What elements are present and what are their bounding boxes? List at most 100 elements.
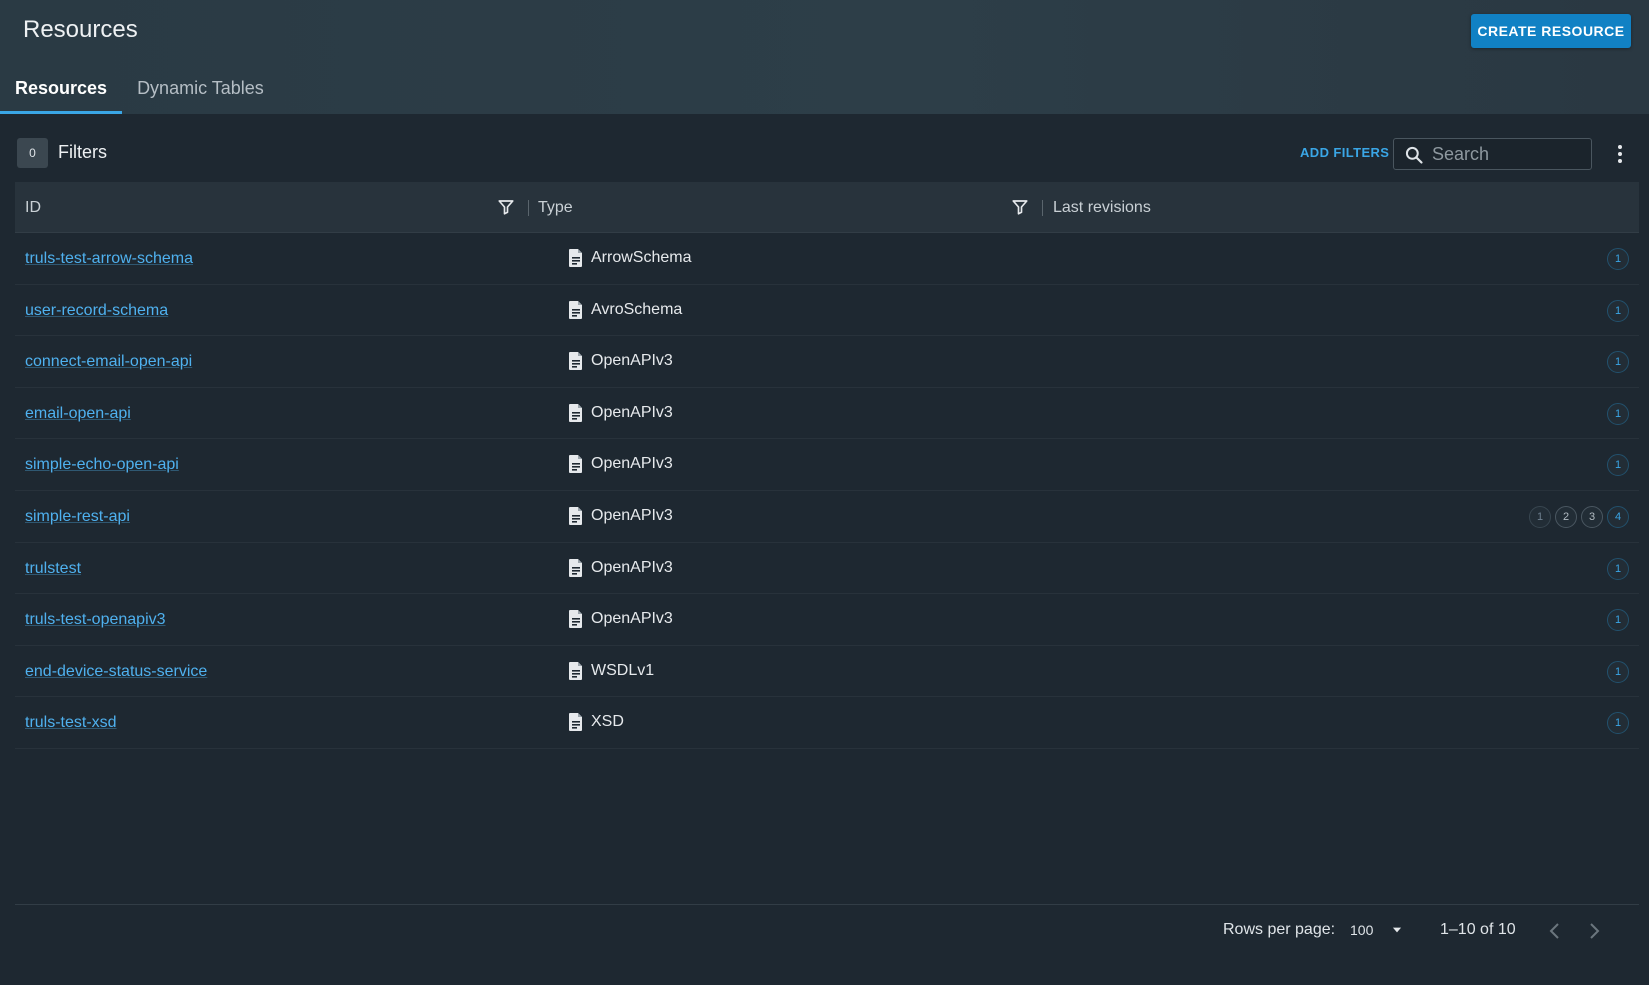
- revision-badge[interactable]: 1: [1607, 660, 1629, 683]
- resource-id-link[interactable]: truls-test-xsd: [25, 714, 117, 732]
- resource-type-label: OpenAPIv3: [591, 558, 673, 576]
- resource-type: OpenAPIv3: [568, 558, 673, 578]
- revision-badge[interactable]: 1: [1607, 248, 1629, 270]
- chevron-left-icon[interactable]: [1543, 919, 1567, 943]
- resource-id-link[interactable]: connect-email-open-api: [25, 353, 192, 371]
- column-header-type[interactable]: Type: [538, 182, 573, 233]
- revision-badge[interactable]: 1: [1607, 402, 1629, 425]
- resource-type: AvroSchema: [568, 300, 682, 320]
- create-resource-button[interactable]: CREATE RESOURCE: [1471, 14, 1631, 48]
- table-row[interactable]: truls-test-openapiv3 OpenAPIv3 1: [15, 594, 1639, 646]
- search-box: [1393, 138, 1592, 170]
- resource-type: OpenAPIv3: [568, 454, 673, 474]
- revision-badge[interactable]: 2: [1555, 505, 1577, 528]
- resource-type: XSD: [568, 712, 624, 732]
- revisions-list: 1: [1607, 299, 1629, 322]
- revisions-list: 1234: [1529, 505, 1629, 528]
- revision-badge[interactable]: 3: [1581, 505, 1603, 528]
- filter-bar: 0 Filters ADD FILTERS: [0, 132, 1649, 174]
- resource-id-link[interactable]: email-open-api: [25, 405, 131, 423]
- resource-type-label: XSD: [591, 713, 624, 731]
- column-header-last-revisions[interactable]: Last revisions: [1053, 182, 1151, 233]
- table-row[interactable]: truls-test-arrow-schema ArrowSchema 1: [15, 233, 1639, 285]
- filter-icon[interactable]: [1011, 198, 1029, 216]
- document-icon: [569, 713, 582, 732]
- footer-divider: [15, 904, 1639, 905]
- search-input[interactable]: [1432, 141, 1587, 167]
- document-icon: [569, 455, 582, 474]
- filter-count-badge: 0: [17, 138, 48, 168]
- resource-type: WSDLv1: [568, 661, 654, 681]
- filters-label: Filters: [58, 142, 107, 162]
- resource-type-label: OpenAPIv3: [591, 403, 673, 421]
- revision-badge[interactable]: 1: [1607, 609, 1629, 632]
- resource-id-link[interactable]: simple-rest-api: [25, 508, 130, 526]
- more-vertical-icon[interactable]: [1608, 142, 1632, 166]
- revisions-list: 1: [1607, 248, 1629, 270]
- resource-type-label: OpenAPIv3: [591, 610, 673, 628]
- revision-badge[interactable]: 1: [1607, 557, 1629, 580]
- page-title: Resources: [23, 16, 138, 43]
- resource-type-label: OpenAPIv3: [591, 352, 673, 370]
- document-icon: [569, 610, 582, 629]
- revision-badge[interactable]: 1: [1607, 299, 1629, 322]
- pagination-range: 1–10 of 10: [1440, 921, 1516, 938]
- resources-table: ID Type Last revisions truls-test-arrow-…: [15, 182, 1639, 749]
- resource-id-link[interactable]: trulstest: [25, 560, 81, 578]
- tab-dynamic-tables[interactable]: Dynamic Tables: [122, 68, 279, 114]
- resource-type: OpenAPIv3: [568, 506, 673, 526]
- revision-badge[interactable]: 1: [1607, 351, 1629, 374]
- revisions-list: 1: [1607, 712, 1629, 735]
- resource-type-label: OpenAPIv3: [591, 506, 673, 524]
- filter-icon[interactable]: [497, 198, 515, 216]
- document-icon: [569, 300, 582, 319]
- resource-id-link[interactable]: truls-test-arrow-schema: [25, 250, 193, 268]
- resource-id-link[interactable]: end-device-status-service: [25, 663, 207, 681]
- table-body: truls-test-arrow-schema ArrowSchema 1 user-…: [15, 233, 1639, 749]
- table-header: ID Type Last revisions: [15, 182, 1639, 233]
- caret-down-icon: [1392, 927, 1402, 933]
- rows-per-page-value: 100: [1350, 922, 1374, 938]
- resource-type-label: AvroSchema: [591, 300, 683, 318]
- search-icon: [1405, 146, 1423, 164]
- resource-id-link[interactable]: user-record-schema: [25, 302, 168, 320]
- revision-badge[interactable]: 1: [1529, 505, 1551, 528]
- table-row[interactable]: simple-echo-open-api OpenAPIv3 1: [15, 439, 1639, 491]
- resource-id-link[interactable]: simple-echo-open-api: [25, 456, 179, 474]
- revisions-list: 1: [1607, 351, 1629, 374]
- resource-type-label: WSDLv1: [591, 661, 655, 679]
- document-icon: [569, 403, 582, 422]
- document-icon: [569, 352, 582, 371]
- revisions-list: 1: [1607, 454, 1629, 477]
- column-header-id[interactable]: ID: [25, 182, 41, 233]
- table-row[interactable]: simple-rest-api OpenAPIv3 1 2 3 4: [15, 491, 1639, 543]
- revision-badge[interactable]: 1: [1607, 454, 1629, 477]
- revision-badge[interactable]: 4: [1607, 505, 1629, 528]
- resource-id-link[interactable]: truls-test-openapiv3: [25, 611, 166, 629]
- table-row[interactable]: email-open-api OpenAPIv3 1: [15, 388, 1639, 440]
- add-filters-button[interactable]: ADD FILTERS: [1300, 145, 1389, 160]
- table-row[interactable]: connect-email-open-api OpenAPIv3 1: [15, 336, 1639, 388]
- revisions-list: 1: [1607, 660, 1629, 683]
- column-divider: [528, 200, 529, 216]
- document-icon: [569, 506, 582, 525]
- revisions-list: 1: [1607, 609, 1629, 632]
- document-icon: [569, 661, 582, 680]
- resource-type: ArrowSchema: [568, 248, 691, 268]
- revisions-list: 1: [1607, 402, 1629, 425]
- revisions-list: 1: [1607, 557, 1629, 580]
- document-icon: [569, 249, 582, 267]
- resource-type-label: ArrowSchema: [591, 249, 692, 266]
- document-icon: [569, 558, 582, 577]
- resource-type: OpenAPIv3: [568, 403, 673, 423]
- table-row[interactable]: trulstest OpenAPIv3 1: [15, 543, 1639, 595]
- rows-per-page-select[interactable]: 100: [1350, 918, 1410, 944]
- table-row[interactable]: truls-test-xsd XSD 1: [15, 697, 1639, 749]
- table-row[interactable]: end-device-status-service WSDLv1 1: [15, 646, 1639, 698]
- resource-type: OpenAPIv3: [568, 351, 673, 371]
- revision-badge[interactable]: 1: [1607, 712, 1629, 735]
- table-row[interactable]: user-record-schema AvroSchema 1: [15, 285, 1639, 337]
- tab-resources[interactable]: Resources: [0, 68, 123, 114]
- chevron-right-icon[interactable]: [1582, 919, 1606, 943]
- tab-bar: Resources Dynamic Tables: [0, 68, 279, 114]
